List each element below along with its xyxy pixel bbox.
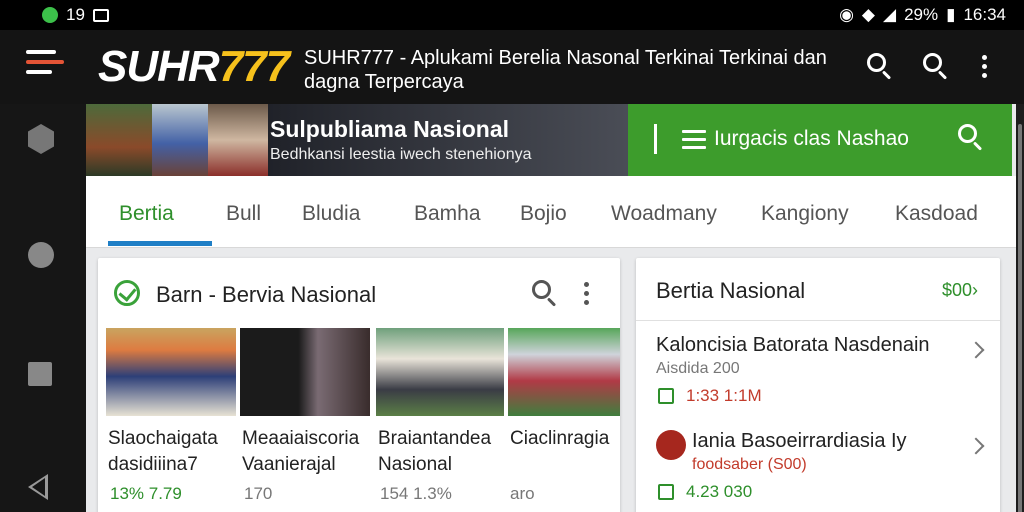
banner-photo	[208, 104, 268, 176]
category-search-label: Iurgacis clas Nashao	[714, 127, 909, 150]
chevron-right-icon[interactable]	[967, 341, 985, 359]
battery-percent: 29%	[904, 5, 939, 24]
news-caption[interactable]: Meaaiaiscoria Vaanierajal	[242, 426, 359, 478]
status-bar: 19 ◉ ◆ ◢ 29% ▮ 16:34	[0, 0, 1024, 30]
news-thumbnail[interactable]	[106, 328, 236, 416]
more-vert-icon[interactable]	[584, 282, 589, 305]
list-item-title: Iania Basoeirrardiasia Iy	[692, 430, 907, 452]
app-switcher-icon[interactable]	[28, 124, 54, 154]
banner-title: Sulpubliama Nasional	[270, 116, 509, 142]
checkbox[interactable]	[658, 388, 674, 404]
app-title: SUHR777 - Aplukami Berelia Nasonal Terki…	[304, 47, 827, 93]
search-button[interactable]	[862, 48, 898, 84]
tab-kasdoad[interactable]: Kasdoad	[895, 202, 978, 226]
tab-bludia[interactable]: Bludia	[302, 202, 360, 226]
list-item-title: Kaloncisia Batorata Nasdenain	[656, 334, 930, 356]
system-nav-bar	[0, 104, 86, 512]
news-meta: aro	[510, 484, 535, 503]
main-content: Sulpubliama Nasional Bedhkansi leestia i…	[86, 104, 1016, 512]
news-meta: 13% 7.79	[110, 484, 182, 503]
status-clock: 16:34	[963, 5, 1006, 24]
tab-kangiony[interactable]: Kangiony	[761, 202, 849, 226]
news-thumbnail[interactable]	[508, 328, 620, 416]
tab-bull[interactable]: Bull	[226, 202, 261, 226]
screenshot-icon	[92, 8, 109, 22]
list-item-value: 1:33 1:1M	[686, 386, 762, 405]
banner-photo	[86, 104, 152, 176]
hero-banner[interactable]: Sulpubliama Nasional Bedhkansi leestia i…	[86, 104, 628, 176]
active-tab-indicator	[108, 241, 212, 246]
banner-subtitle: Bedhkansi leestia iwech stenehionya	[270, 146, 532, 163]
app-logo[interactable]: SUHR777	[98, 42, 290, 92]
chevron-right-icon[interactable]	[967, 437, 985, 455]
see-more-link[interactable]: $00›	[942, 280, 978, 301]
news-caption[interactable]: Ciaclinragia	[510, 426, 609, 452]
national-news-card: Barn - Bervia Nasional Slaochaigata dasi…	[98, 258, 620, 512]
news-caption[interactable]: Braiantandea Nasional	[378, 426, 491, 478]
national-list-card: Bertia Nasional $00› Kaloncisia Batorata…	[636, 258, 1000, 512]
tab-bertia[interactable]: Bertia	[119, 202, 174, 226]
hotspot-icon: ◉	[839, 5, 854, 24]
search-icon	[923, 53, 949, 80]
hamburger-menu-icon[interactable]	[26, 50, 66, 80]
battery-icon: ▮	[946, 5, 956, 24]
chevron-right-icon: ›	[972, 280, 979, 300]
overflow-menu-button[interactable]	[966, 48, 1002, 84]
status-time-left: 19	[66, 5, 85, 24]
list-item-subtitle: Aisdida 200	[656, 360, 740, 377]
news-badge-icon	[656, 430, 686, 460]
banner-photo	[152, 104, 208, 176]
category-search-bar[interactable]: Iurgacis clas Nashao	[628, 104, 1012, 176]
scrollbar[interactable]	[1016, 104, 1024, 512]
news-caption[interactable]: Slaochaigata dasidiiina7	[108, 426, 218, 478]
back-icon[interactable]	[28, 474, 48, 500]
list-item-value: 4.23 030	[686, 482, 753, 501]
news-meta: 170	[244, 484, 273, 503]
search-icon	[867, 53, 893, 80]
check-circle-icon	[114, 280, 140, 306]
search-icon[interactable]	[532, 280, 558, 307]
message-notification-icon	[42, 7, 58, 23]
shield-icon: ◆	[861, 5, 875, 24]
list-icon	[682, 130, 706, 154]
tab-bamha[interactable]: Bamha	[414, 202, 481, 226]
home-icon[interactable]	[28, 242, 54, 268]
tab-woadmany[interactable]: Woadmany	[611, 202, 717, 226]
divider	[636, 320, 1000, 321]
app-header: SUHR777 SUHR777 - Aplukami Berelia Nason…	[0, 30, 1024, 104]
recents-icon[interactable]	[28, 362, 52, 386]
news-meta: 154 1.3%	[380, 484, 452, 503]
tab-bojio[interactable]: Bojio	[520, 202, 567, 226]
signal-icon: ◢	[882, 5, 897, 24]
search-button-secondary[interactable]	[918, 48, 954, 84]
card-title: Barn - Bervia Nasional	[156, 282, 377, 307]
news-thumbnail[interactable]	[240, 328, 370, 416]
search-icon[interactable]	[958, 124, 984, 151]
category-tabs: Bertia Bull Bludia Bamha Bojio Woadmany …	[86, 176, 1016, 248]
checkbox[interactable]	[658, 484, 674, 500]
scrollbar-thumb[interactable]	[1018, 124, 1022, 512]
card-title: Bertia Nasional	[656, 278, 806, 303]
more-vert-icon	[981, 54, 987, 78]
list-item-subtitle: foodsaber (S00)	[692, 456, 807, 473]
news-thumbnail[interactable]	[376, 328, 504, 416]
